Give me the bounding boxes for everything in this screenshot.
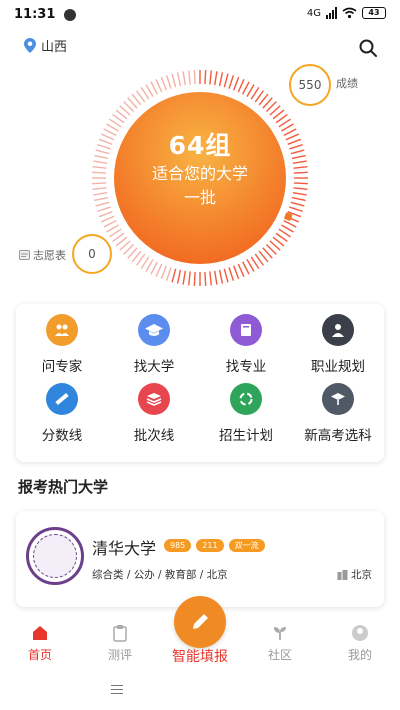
university-city-label: 北京 — [351, 569, 372, 581]
wish-list-label[interactable]: 志愿表 — [19, 247, 66, 263]
tag-211: 211 — [196, 539, 224, 552]
feature-label: 招生计划 — [219, 428, 273, 444]
status-indicators: 4G 43 — [307, 7, 386, 19]
form-icon — [19, 250, 30, 260]
feature-label: 批次线 — [133, 428, 175, 444]
search-icon[interactable] — [358, 38, 378, 58]
network-type: 4G — [306, 7, 321, 19]
status-bar: 11:31 4G 43 — [0, 0, 400, 30]
nav-community-label: 社区 — [267, 648, 292, 662]
tag-double-first-class: 双一流 — [228, 539, 265, 552]
wish-list-text: 志愿表 — [33, 249, 66, 262]
clipboard-icon — [113, 625, 127, 642]
graduation-cap-icon — [138, 314, 170, 346]
university-name: 清华大学 — [92, 539, 157, 558]
battery-icon: 43 — [362, 7, 386, 19]
feature-label: 找大学 — [133, 359, 175, 375]
feature-find-major[interactable]: 找专业 — [200, 314, 292, 383]
nav-home-label: 首页 — [27, 648, 52, 662]
pencil-icon — [193, 614, 208, 629]
nav-test-label: 测评 — [107, 648, 132, 662]
recycle-plan-icon — [230, 383, 262, 415]
feature-label: 问专家 — [41, 359, 83, 375]
tag-985: 985 — [164, 539, 192, 552]
sprout-icon — [274, 627, 286, 640]
location-label: 山西 — [41, 40, 68, 55]
building-icon — [337, 569, 348, 580]
signal-icon — [326, 7, 337, 19]
feature-grid: 问专家 找大学 找专业 职业规划 分数线 批次线 招生计划 新高考选科 — [16, 304, 384, 462]
hot-universities-title: 报考热门大学 — [18, 478, 109, 496]
score-label: 成绩 — [336, 77, 358, 90]
feature-batch-line[interactable]: 批次线 — [108, 383, 200, 452]
feature-subject-selection[interactable]: 新高考选科 — [292, 383, 384, 452]
recommendation-count: 64组 — [168, 131, 232, 160]
wifi-icon — [342, 7, 357, 19]
career-icon — [322, 314, 354, 346]
feature-score-line[interactable]: 分数线 — [16, 383, 108, 452]
notification-avatar-icon — [64, 9, 76, 21]
university-card[interactable]: 清华大学 985 211 双一流 综合类 / 公办 / 教育部 / 北京 北京 — [16, 511, 384, 607]
nav-home[interactable]: 首页 — [10, 624, 70, 663]
feature-label: 找专业 — [225, 359, 267, 375]
university-logo — [26, 527, 84, 585]
nav-mine[interactable]: 我的 — [330, 624, 390, 663]
experts-icon — [46, 314, 78, 346]
subject-select-icon — [322, 383, 354, 415]
feature-label: 分数线 — [41, 428, 83, 444]
wish-count-badge[interactable]: 0 — [72, 234, 112, 274]
university-city: 北京 — [337, 567, 372, 582]
location-pin-icon — [24, 38, 36, 53]
layers-icon — [138, 383, 170, 415]
ruler-icon — [46, 383, 78, 415]
score-badge[interactable]: 550 — [289, 64, 331, 106]
smart-fill-label: 智能填报 — [172, 649, 228, 665]
menu-icon[interactable] — [111, 685, 123, 694]
smart-fill-button[interactable] — [174, 596, 226, 648]
status-time: 11:31 — [14, 7, 56, 22]
feature-label: 新高考选科 — [304, 428, 372, 444]
home-icon — [33, 626, 47, 640]
book-icon — [230, 314, 262, 346]
feature-ask-expert[interactable]: 问专家 — [16, 314, 108, 383]
feature-find-university[interactable]: 找大学 — [108, 314, 200, 383]
location-selector[interactable]: 山西 — [24, 36, 67, 55]
university-info: 综合类 / 公办 / 教育部 / 北京 — [92, 569, 228, 581]
recommendation-subtitle: 适合您的大学 — [151, 164, 248, 183]
feature-enrollment-plan[interactable]: 招生计划 — [200, 383, 292, 452]
system-nav-bar — [0, 670, 400, 710]
nav-mine-label: 我的 — [347, 648, 372, 662]
university-tags: 985 211 双一流 — [164, 539, 265, 552]
recommendation-batch: 一批 — [183, 188, 216, 207]
nav-test[interactable]: 测评 — [90, 624, 150, 663]
feature-career-planning[interactable]: 职业规划 — [292, 314, 384, 383]
user-icon — [352, 625, 368, 641]
nav-community[interactable]: 社区 — [250, 624, 310, 663]
feature-label: 职业规划 — [311, 359, 365, 375]
